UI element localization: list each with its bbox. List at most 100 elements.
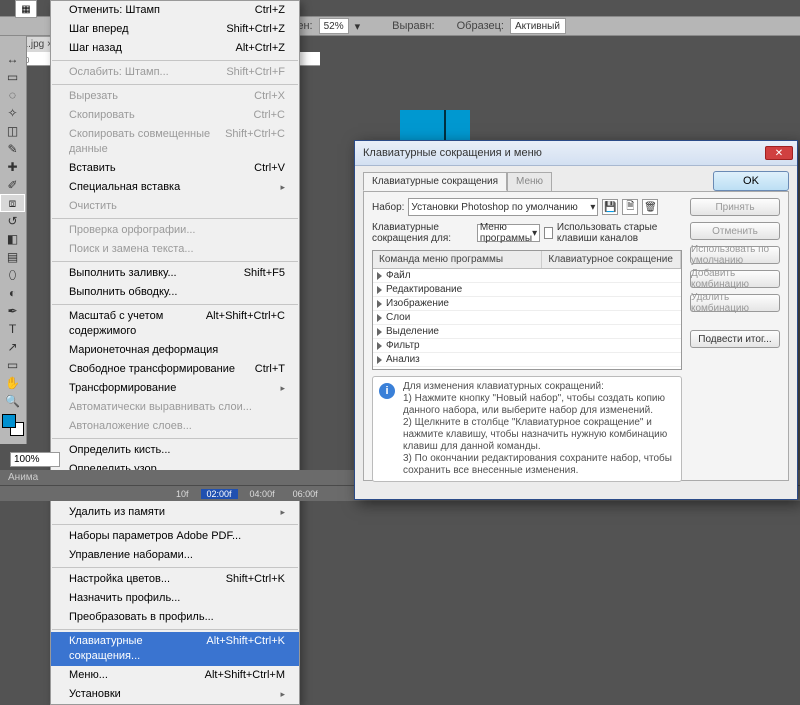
type-tool-icon[interactable]: T: [0, 320, 25, 338]
table-row[interactable]: 3D: [373, 367, 681, 369]
expand-triangle-icon[interactable]: [377, 356, 382, 364]
delete-combo-button[interactable]: Удалить комбинацию: [690, 294, 780, 312]
heal-tool-icon[interactable]: ✚: [0, 158, 25, 176]
menu-item[interactable]: Назначить профиль...: [51, 589, 299, 608]
menu-item[interactable]: ВставитьCtrl+V: [51, 159, 299, 178]
set-dropdown[interactable]: Установки Photoshop по умолчанию▾: [408, 198, 598, 216]
expand-triangle-icon[interactable]: [377, 328, 382, 336]
blur-tool-icon[interactable]: ⬯: [0, 266, 25, 284]
menu-item[interactable]: Определить кисть...: [51, 441, 299, 460]
history-brush-tool-icon[interactable]: ↺: [0, 212, 25, 230]
menu-item[interactable]: Управление наборами...: [51, 546, 299, 565]
brush-tool-icon[interactable]: ✐: [0, 176, 25, 194]
tool-preset-icon[interactable]: ▦: [15, 0, 37, 18]
set-label: Набор:: [372, 202, 404, 213]
shape-tool-icon[interactable]: ▭: [0, 356, 25, 374]
timeline-mark[interactable]: 04:00f: [244, 489, 281, 499]
menu-separator: [52, 438, 298, 439]
crop-tool-icon[interactable]: ◫: [0, 122, 25, 140]
expand-triangle-icon[interactable]: [377, 272, 382, 280]
legacy-checkbox[interactable]: [544, 227, 553, 239]
info-icon: i: [379, 383, 395, 399]
color-swatch[interactable]: [2, 414, 24, 436]
menu-item[interactable]: Специальная вставка▸: [51, 178, 299, 197]
table-row[interactable]: Фильтр: [373, 339, 681, 353]
menu-item[interactable]: Свободное трансформированиеCtrl+T: [51, 360, 299, 379]
status-zoom[interactable]: 100%: [10, 452, 60, 467]
path-tool-icon[interactable]: ↗: [0, 338, 25, 356]
submenu-arrow-icon: ▸: [280, 180, 285, 195]
pen-tool-icon[interactable]: ✒: [0, 302, 25, 320]
zoom-tool-icon[interactable]: 🔍: [0, 392, 25, 410]
expand-triangle-icon[interactable]: [377, 300, 382, 308]
table-row[interactable]: Слои: [373, 311, 681, 325]
menu-item[interactable]: Преобразовать в профиль...: [51, 608, 299, 627]
menu-item[interactable]: Шаг назадAlt+Ctrl+Z: [51, 39, 299, 58]
stamp-tool-icon[interactable]: ⧈: [0, 194, 25, 212]
table-row[interactable]: Редактирование: [373, 283, 681, 297]
tab-shortcuts[interactable]: Клавиатурные сокращения: [363, 172, 507, 191]
col-command[interactable]: Команда меню программы: [373, 251, 542, 268]
hand-tool-icon[interactable]: ✋: [0, 374, 25, 392]
menu-item[interactable]: Шаг впередShift+Ctrl+Z: [51, 20, 299, 39]
timeline-mark[interactable]: 06:00f: [287, 489, 324, 499]
summarize-button[interactable]: Подвести итог...: [690, 330, 780, 348]
menu-item-label: Настройка цветов...: [69, 572, 170, 587]
menu-item-shortcut: Shift+Ctrl+Z: [226, 22, 285, 37]
move-tool-icon[interactable]: ↔: [0, 50, 25, 68]
menu-item[interactable]: Отменить: ШтампCtrl+Z: [51, 1, 299, 20]
menu-item[interactable]: Выполнить обводку...: [51, 283, 299, 302]
add-combo-button[interactable]: Добавить комбинацию: [690, 270, 780, 288]
menu-item[interactable]: Наборы параметров Adobe PDF...: [51, 527, 299, 546]
table-row[interactable]: Изображение: [373, 297, 681, 311]
info-box: i Для изменения клавиатурных сокращений:…: [372, 376, 682, 482]
menu-item-shortcut: Alt+Shift+Ctrl+C: [206, 309, 285, 339]
marquee-tool-icon[interactable]: ▭: [0, 68, 25, 86]
menu-item[interactable]: Удалить из памяти▸: [51, 503, 299, 522]
table-row[interactable]: Файл: [373, 269, 681, 283]
menu-item: ВырезатьCtrl+X: [51, 87, 299, 106]
close-button[interactable]: ✕: [765, 146, 793, 160]
menu-item-label: Назначить профиль...: [69, 591, 180, 606]
eraser-tool-icon[interactable]: ◧: [0, 230, 25, 248]
ok-button[interactable]: OK: [713, 171, 789, 191]
eyedropper-tool-icon[interactable]: ✎: [0, 140, 25, 158]
menu-item[interactable]: Меню...Alt+Shift+Ctrl+M: [51, 666, 299, 685]
menu-item-label: Управление наборами...: [69, 548, 193, 563]
menu-item[interactable]: Масштаб с учетом содержимогоAlt+Shift+Ct…: [51, 307, 299, 341]
menu-item[interactable]: Настройка цветов...Shift+Ctrl+K: [51, 570, 299, 589]
delete-set-icon[interactable]: 🗑: [642, 199, 658, 215]
expand-triangle-icon[interactable]: [377, 342, 382, 350]
menu-item-label: Вырезать: [69, 89, 118, 104]
menu-item[interactable]: Марионеточная деформация: [51, 341, 299, 360]
menu-item[interactable]: Выполнить заливку...Shift+F5: [51, 264, 299, 283]
timeline-mark[interactable]: 10f: [170, 489, 195, 499]
wand-tool-icon[interactable]: ✧: [0, 104, 25, 122]
use-default-button[interactable]: Использовать по умолчанию: [690, 246, 780, 264]
menu-item-label: Автоналожение слоев...: [69, 419, 192, 434]
table-row[interactable]: Выделение: [373, 325, 681, 339]
menu-item[interactable]: Трансформирование▸: [51, 379, 299, 398]
info-line-3: 3) По окончании редактирования сохраните…: [403, 453, 675, 477]
for-dropdown[interactable]: Меню программы▾: [477, 224, 540, 242]
expand-triangle-icon[interactable]: [377, 286, 382, 294]
timeline-mark[interactable]: 02:00f: [201, 489, 238, 499]
row-label: Анализ: [386, 354, 420, 365]
menu-item[interactable]: Клавиатурные сокращения...Alt+Shift+Ctrl…: [51, 632, 299, 666]
sample-value[interactable]: Активный: [510, 18, 566, 34]
menu-item[interactable]: Установки▸: [51, 685, 299, 704]
menu-item-label: Меню...: [69, 668, 108, 683]
save-set-icon[interactable]: 💾: [602, 199, 618, 215]
col-shortcut[interactable]: Клавиатурное сокращение: [542, 251, 681, 268]
menu-item-label: Скопировать совмещенные данные: [69, 127, 225, 157]
expand-triangle-icon[interactable]: [377, 314, 382, 322]
undo-button[interactable]: Отменить: [690, 222, 780, 240]
table-row[interactable]: Анализ: [373, 353, 681, 367]
dodge-tool-icon[interactable]: ◐: [0, 284, 25, 302]
lasso-tool-icon[interactable]: ◌: [0, 86, 25, 104]
tab-menus[interactable]: Меню: [507, 172, 552, 191]
zoom-value[interactable]: 52%: [319, 18, 349, 34]
new-set-icon[interactable]: 🗎: [622, 199, 638, 215]
accept-button[interactable]: Принять: [690, 198, 780, 216]
gradient-tool-icon[interactable]: ▤: [0, 248, 25, 266]
